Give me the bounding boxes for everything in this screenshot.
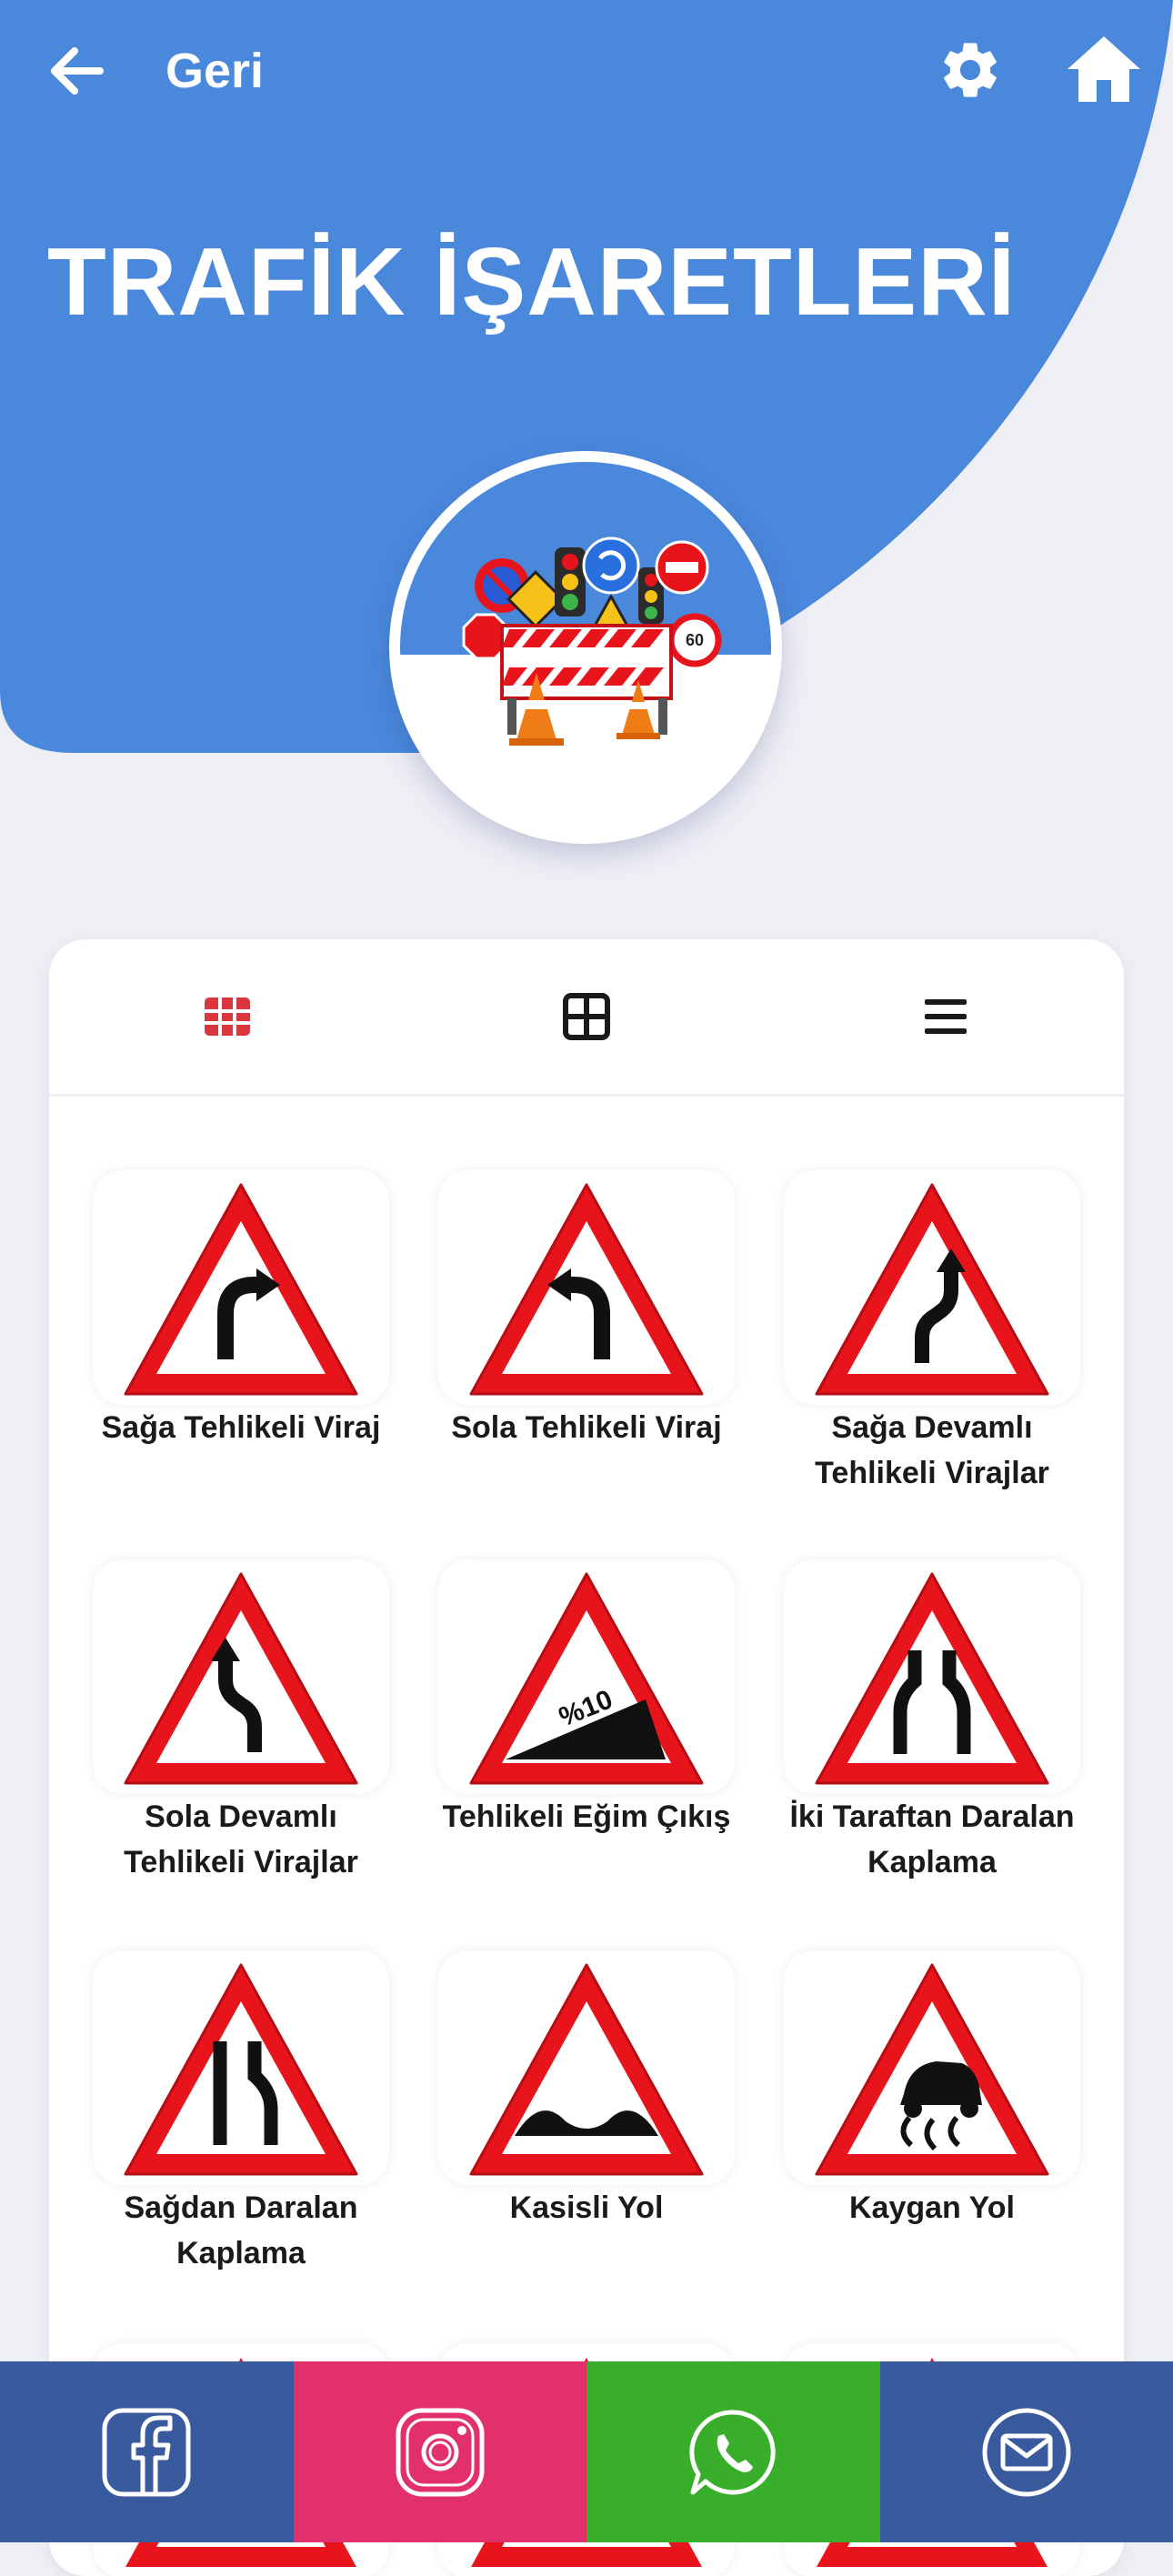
- steep-ascent-sign-icon: %10: [464, 1567, 709, 1790]
- instagram-icon: [393, 2405, 487, 2500]
- road-narrows-both-sides-sign-icon: [809, 1567, 1055, 1790]
- facebook-button[interactable]: [0, 2361, 294, 2542]
- slippery-road-sign-icon: [809, 1958, 1055, 2181]
- sign-image[interactable]: [438, 1170, 735, 1405]
- sign-image[interactable]: [784, 1559, 1080, 1794]
- instagram-button[interactable]: [294, 2361, 587, 2542]
- arrow-left-icon: [44, 38, 109, 104]
- sign-image[interactable]: [784, 1170, 1080, 1405]
- sign-card[interactable]: İki Taraftan Daralan Kaplama: [784, 1559, 1080, 1885]
- tab-grid-2x2[interactable]: [555, 985, 618, 1048]
- left-curve-sign-icon: [464, 1178, 709, 1401]
- home-icon: [1066, 33, 1142, 105]
- sign-image[interactable]: [438, 1950, 735, 2185]
- page-title: TRAFİK İŞARETLERİ: [47, 227, 1016, 337]
- svg-text:60: 60: [686, 631, 704, 649]
- sign-label[interactable]: Sağdan Daralan Kaplama: [93, 2185, 389, 2276]
- tab-grid-3x3[interactable]: [196, 985, 259, 1048]
- sign-card[interactable]: Kaygan Yol: [784, 1950, 1080, 2230]
- sign-label[interactable]: Kaygan Yol: [784, 2185, 1080, 2230]
- grid-2x2-icon: [555, 985, 618, 1048]
- hero-image-frame: 60: [389, 451, 782, 844]
- sign-label[interactable]: Kasisli Yol: [438, 2185, 735, 2230]
- sign-card[interactable]: Sağa Tehlikeli Viraj: [93, 1170, 389, 1450]
- sign-image[interactable]: %10: [438, 1559, 735, 1794]
- gear-icon: [937, 36, 1004, 104]
- sign-card[interactable]: Sağa Devamlı Tehlikeli Virajlar: [784, 1170, 1080, 1496]
- sign-card[interactable]: %10 Tehlikeli Eğim Çıkış: [438, 1559, 735, 1839]
- double-curve-right-sign-icon: [809, 1178, 1055, 1401]
- whatsapp-button[interactable]: [586, 2361, 880, 2542]
- sign-card[interactable]: Kasisli Yol: [438, 1950, 735, 2230]
- sign-label[interactable]: Sağa Tehlikeli Viraj: [93, 1405, 389, 1450]
- whatsapp-icon: [686, 2405, 780, 2500]
- sign-label[interactable]: Tehlikeli Eğim Çıkış: [438, 1794, 735, 1839]
- uneven-road-sign-icon: [464, 1958, 709, 2181]
- road-narrows-right-sign-icon: [118, 1958, 364, 2181]
- grid-3x3-icon: [196, 985, 259, 1048]
- facebook-icon: [99, 2405, 194, 2500]
- list-icon: [914, 985, 978, 1048]
- tab-list[interactable]: [914, 985, 978, 1048]
- back-label[interactable]: Geri: [165, 38, 264, 104]
- sign-card[interactable]: Sola Devamlı Tehlikeli Virajlar: [93, 1559, 389, 1885]
- settings-button[interactable]: [937, 36, 1004, 104]
- sign-image[interactable]: [93, 1559, 389, 1794]
- sign-card[interactable]: Sağdan Daralan Kaplama: [93, 1950, 389, 2276]
- sign-label[interactable]: İki Taraftan Daralan Kaplama: [784, 1794, 1080, 1885]
- sign-image[interactable]: [93, 1170, 389, 1405]
- back-button[interactable]: [44, 38, 109, 104]
- sign-image[interactable]: [784, 1950, 1080, 2185]
- home-button[interactable]: [1066, 33, 1142, 105]
- sign-label[interactable]: Sola Tehlikeli Viraj: [438, 1405, 735, 1450]
- right-curve-sign-icon: [118, 1178, 364, 1401]
- email-button[interactable]: [880, 2361, 1173, 2542]
- mail-icon: [979, 2405, 1074, 2500]
- share-bar: [0, 2361, 1173, 2542]
- sign-image[interactable]: [93, 1950, 389, 2185]
- sign-label[interactable]: Sağa Devamlı Tehlikeli Virajlar: [784, 1405, 1080, 1496]
- double-curve-left-sign-icon: [118, 1567, 364, 1790]
- traffic-signs-illustration: 60: [400, 462, 771, 833]
- signs-card: Sağa Tehlikeli Viraj Sola Tehlikeli Vira…: [49, 939, 1124, 2576]
- sign-card[interactable]: Sola Tehlikeli Viraj: [438, 1170, 735, 1450]
- sign-label[interactable]: Sola Devamlı Tehlikeli Virajlar: [93, 1794, 389, 1885]
- view-mode-tabs: [49, 939, 1124, 1097]
